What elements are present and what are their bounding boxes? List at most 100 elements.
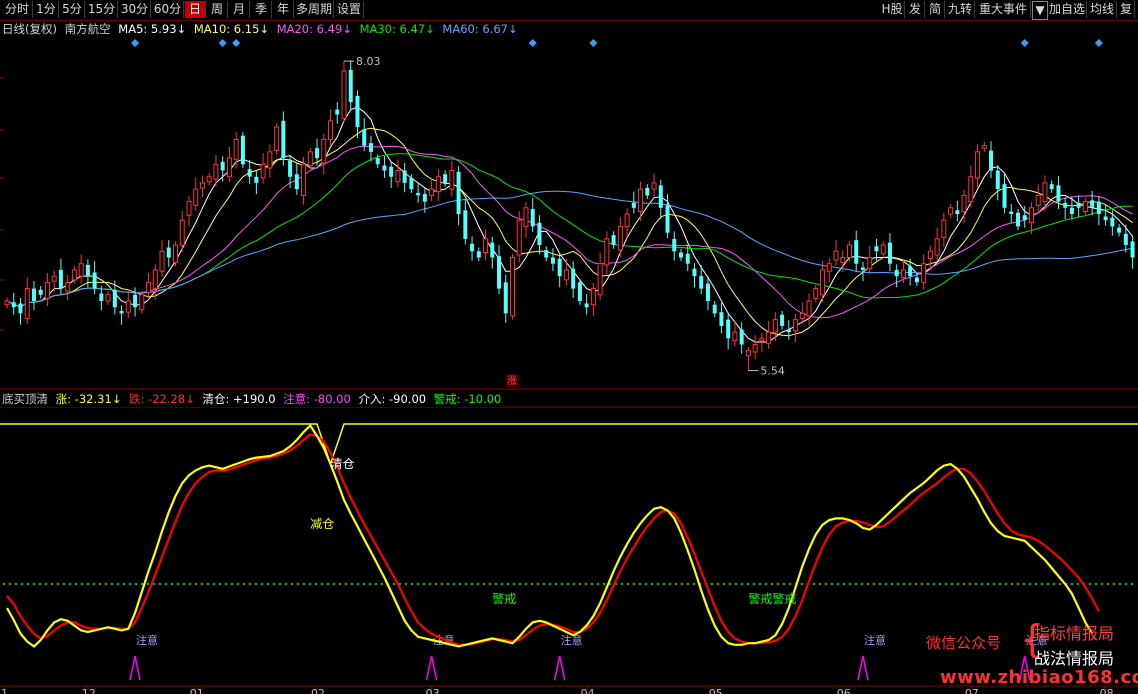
candle-body-76	[516, 219, 522, 256]
candle-75	[510, 253, 515, 320]
candle-body-122	[826, 263, 832, 272]
jingjie-dot	[854, 582, 858, 586]
jingjie-dot	[122, 582, 126, 586]
jingjie-dot	[200, 582, 204, 586]
candle-body-146	[989, 150, 994, 171]
jingjie-dot	[878, 582, 882, 586]
jingjie-dot	[260, 582, 264, 586]
jingjie-dot	[1034, 582, 1038, 586]
event-diamond-icon-0	[131, 39, 140, 47]
jingjie-dot	[14, 582, 18, 586]
candle-20	[139, 291, 145, 314]
candle-146	[989, 141, 994, 178]
candle-73	[497, 245, 502, 295]
candle-110	[745, 346, 751, 371]
candle-body-36	[247, 169, 252, 177]
candle-body-21	[146, 281, 152, 293]
candle-59	[402, 163, 407, 193]
jingjie-dot	[74, 582, 78, 586]
zhuyi-pulse-3	[857, 655, 869, 681]
candle-body-91	[617, 225, 623, 251]
candle-153	[1035, 184, 1041, 211]
jingjie-dot	[230, 582, 234, 586]
jingjie-dot	[728, 582, 732, 586]
jingjie-dot	[692, 582, 696, 586]
candle-body-8	[58, 269, 63, 289]
candle-164	[1110, 210, 1115, 236]
candle-body-119	[806, 300, 812, 317]
candle-body-0	[4, 300, 10, 306]
jingjie-dot	[1052, 582, 1056, 586]
candle-body-93	[631, 202, 636, 208]
jingjie-dot	[686, 582, 690, 586]
jingjie-dot	[1004, 582, 1008, 586]
jingjie-dot	[758, 582, 762, 586]
candle-body-48	[328, 120, 334, 140]
candle-body-100	[679, 252, 683, 258]
jingjie-dot	[968, 582, 972, 586]
jingjie-dot	[242, 582, 246, 586]
candle-123	[833, 240, 839, 266]
zhuyi-pulse-1	[425, 655, 438, 681]
event-diamond-icon-1	[218, 39, 227, 47]
candle-body-145	[981, 145, 987, 149]
candle-body-28	[193, 188, 199, 206]
candle-52	[355, 90, 360, 139]
jingjie-dot	[272, 582, 276, 586]
candle-136	[921, 254, 927, 290]
candle-body-115	[780, 314, 785, 326]
candle-body-124	[840, 257, 846, 263]
jingjie-dot	[938, 582, 942, 586]
candle-25	[173, 241, 178, 267]
jingjie-dot	[254, 582, 258, 586]
candle-0	[4, 297, 10, 309]
candle-body-64	[435, 176, 441, 193]
jingjie-dot	[296, 582, 300, 586]
candle-body-60	[409, 177, 414, 190]
jingjie-dot	[98, 582, 102, 586]
x-tick-label-5: 04	[581, 687, 595, 694]
candle-body-33	[226, 157, 232, 178]
event-diamond-icon-3	[528, 39, 537, 47]
candle-body-85	[577, 282, 582, 301]
candle-body-114	[772, 319, 778, 333]
candle-81	[550, 248, 555, 272]
jingjie-dot	[680, 582, 684, 586]
jingjie-dot	[452, 582, 456, 586]
candle-body-150	[1016, 212, 1020, 227]
jingjie-dot	[1118, 582, 1122, 586]
candle-43	[294, 163, 299, 195]
candle-body-17	[119, 310, 124, 314]
candle-64	[435, 169, 441, 201]
indicator-name: 底买顶清	[2, 392, 48, 406]
ma20-line	[6, 145, 1133, 319]
jingjie-dot	[506, 582, 510, 586]
jingjie-dot	[62, 582, 66, 586]
candle-body-43	[294, 174, 299, 190]
candle-body-131	[887, 242, 892, 264]
candle-body-34	[233, 138, 239, 160]
candle-body-110	[745, 350, 751, 357]
jingjie-dot	[584, 582, 588, 586]
jingjie-dot	[902, 582, 906, 586]
candle-18	[125, 289, 131, 318]
jingjie-dot	[464, 582, 468, 586]
candle-body-18	[125, 300, 131, 313]
candle-67	[456, 166, 461, 226]
candle-24	[166, 240, 171, 267]
candle-body-128	[867, 257, 873, 270]
jingjie-dot	[1124, 582, 1128, 586]
candle-120	[813, 284, 819, 303]
candle-37	[254, 171, 259, 195]
candle-body-65	[443, 174, 448, 183]
jingjie-dot	[1058, 582, 1062, 586]
candle-body-154	[1042, 182, 1048, 203]
jingjie-dot	[998, 582, 1002, 586]
chart-canvas[interactable]: 8.035.54涨 注意注意注意注意注意清仓减仓警戒警戒警戒 111201020…	[0, 0, 1138, 694]
candle-body-129	[874, 246, 879, 252]
jingjie-dot	[896, 582, 900, 586]
jingjie-dot	[824, 582, 828, 586]
event-diamond-icon-5	[1020, 39, 1029, 47]
jingjie-value: 警戒: -10.00	[433, 392, 502, 406]
candle-body-155	[1049, 184, 1054, 190]
